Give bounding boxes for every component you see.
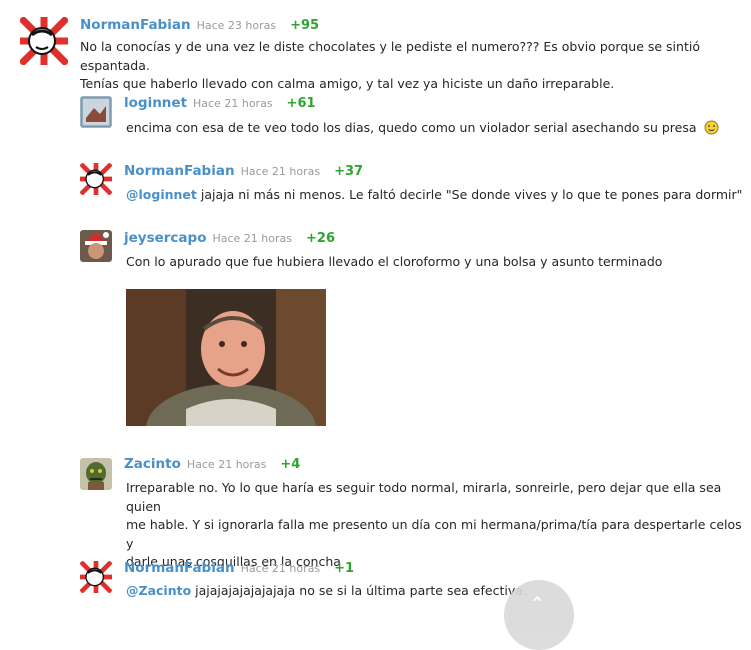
avatar[interactable] [80, 96, 112, 128]
avatar[interactable] [80, 230, 112, 262]
mention-link[interactable]: @loginnet [126, 187, 197, 202]
score: +26 [306, 231, 335, 246]
comment-line: No la conocías y de una vez le diste cho… [80, 39, 700, 73]
attached-photo[interactable] [126, 289, 326, 426]
comment-line: Con lo apurado que fue hubiera llevado e… [126, 254, 663, 269]
username[interactable]: NormanFabian [80, 17, 191, 33]
avatar[interactable] [80, 561, 112, 593]
comment-text: Con lo apurado que fue hubiera llevado e… [126, 253, 746, 272]
comment-text: Irreparable no. Yo lo que haría es segui… [126, 479, 746, 572]
comment-text: @loginnet jajaja ni más ni menos. Le fal… [126, 186, 746, 205]
username[interactable]: Zacinto [124, 456, 181, 472]
mention-link[interactable]: @Zacinto [126, 583, 191, 598]
comment-line: me hable. Y si ignorarla falla me presen… [126, 517, 742, 551]
comment-line: jajaja ni más ni menos. Le faltó decirle… [200, 187, 743, 202]
timestamp: Hace 21 horas [240, 562, 321, 575]
score: +37 [334, 164, 364, 179]
smiley-icon [704, 120, 719, 141]
username[interactable]: jeysercapo [124, 230, 206, 246]
comment-line: jajajajajajajajaja no se si la última pa… [195, 583, 527, 598]
comment-line: Tenías que haberlo llevado con calma ami… [80, 76, 615, 91]
comment-text: No la conocías y de una vez le diste cho… [80, 38, 700, 94]
chevron-up-icon: ⌃ [529, 592, 546, 616]
score: +1 [334, 561, 355, 576]
timestamp: Hace 21 horas [193, 97, 273, 110]
username[interactable]: NormanFabian [124, 560, 235, 576]
score: +61 [286, 96, 316, 111]
timestamp: Hace 21 horas [186, 458, 267, 471]
timestamp: Hace 21 horas [212, 232, 292, 245]
avatar[interactable] [80, 458, 112, 490]
score: +4 [280, 457, 301, 472]
timestamp: Hace 21 horas [240, 165, 321, 178]
username[interactable]: loginnet [124, 95, 187, 111]
avatar[interactable] [80, 163, 112, 195]
score: +95 [290, 18, 320, 33]
comment-line: Irreparable no. Yo lo que haría es segui… [126, 480, 722, 514]
timestamp: Hace 23 horas [196, 19, 277, 32]
avatar[interactable] [20, 17, 68, 65]
scroll-to-top-button[interactable]: ⌃ [504, 580, 574, 650]
comment-text: encima con esa de te veo todo los dias, … [126, 119, 746, 141]
comment-text: @Zacinto jajajajajajajajaja no se si la … [126, 582, 746, 601]
comment-line: encima con esa de te veo todo los dias, … [126, 120, 697, 135]
username[interactable]: NormanFabian [124, 163, 235, 179]
